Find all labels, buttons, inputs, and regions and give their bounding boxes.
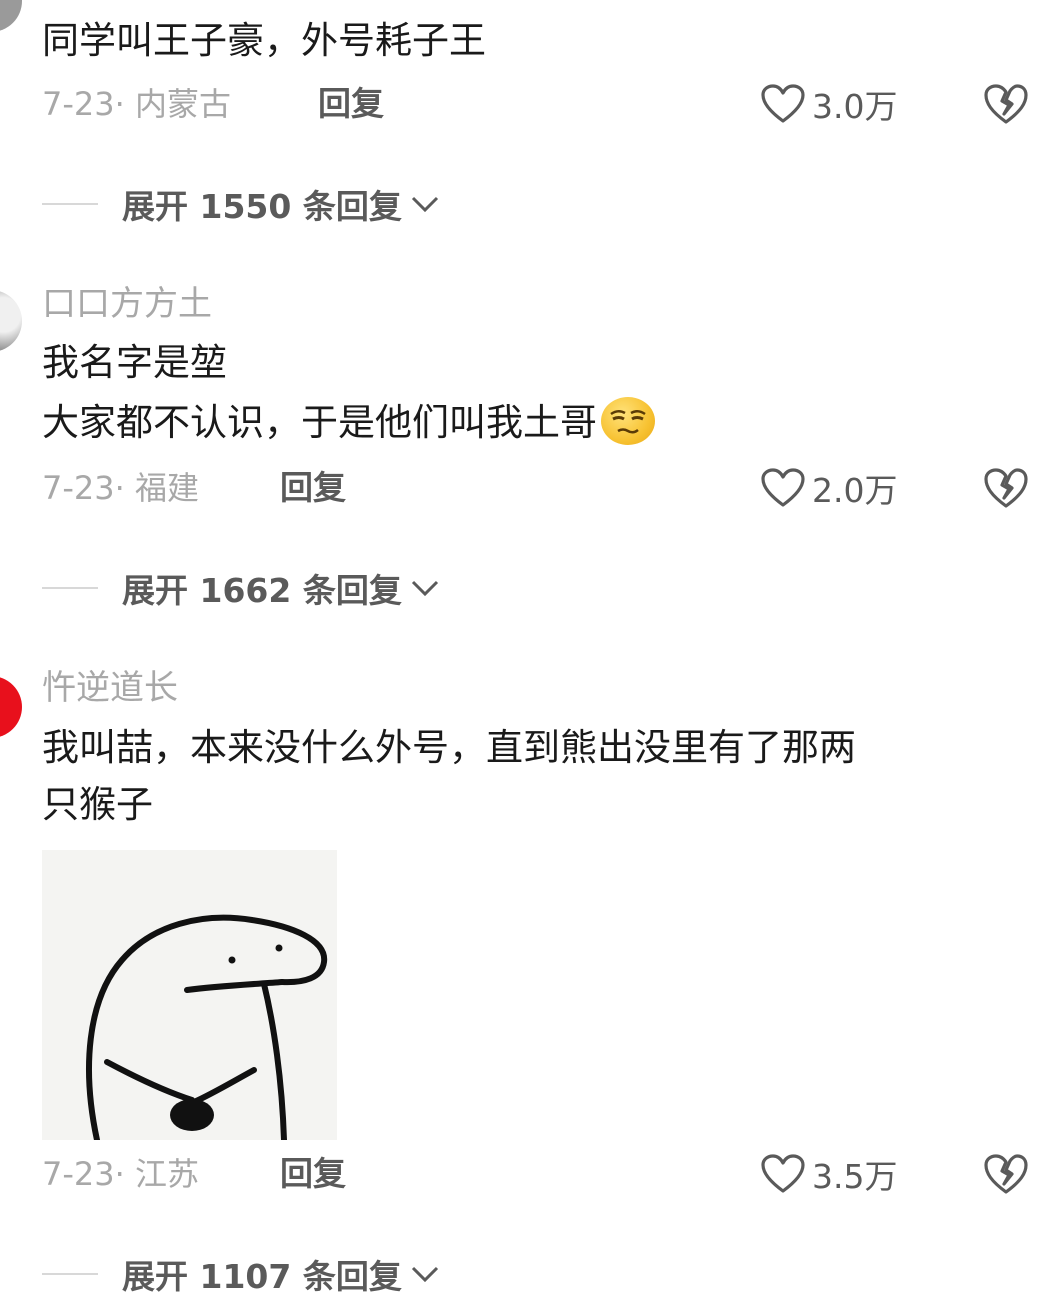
comment-date-location: 7-23· 福建 — [42, 469, 199, 507]
username[interactable]: 忤逆道长 — [42, 668, 178, 708]
divider — [42, 587, 98, 589]
chevron-down-icon — [411, 196, 438, 213]
heart-outline-icon — [761, 84, 805, 123]
username[interactable]: 口口方方土 — [42, 284, 212, 324]
broken-heart-icon[interactable] — [982, 1152, 1030, 1196]
broken-heart-icon[interactable] — [982, 82, 1030, 126]
expand-replies-button[interactable]: 展开 1662 条回复 — [42, 566, 440, 610]
comment-text: 我名字是堃 — [42, 341, 227, 384]
comment-text: 我叫喆，本来没什么外号，直到熊出没里有了那两 — [42, 726, 856, 769]
comment-list: 同学叫王子豪，外号耗子王 7-23· 内蒙古 回复 3.0万 展开 1550 条… — [0, 0, 1047, 1316]
avatar[interactable] — [0, 290, 22, 352]
expand-replies-label: 展开 1550 条回复 — [122, 187, 402, 226]
heart-outline-icon — [761, 1154, 805, 1193]
comment-text-line: 大家都不认识，于是他们叫我土哥 — [42, 396, 655, 449]
comment-text: 同学叫王子豪，外号耗子王 — [42, 19, 486, 62]
like-count: 2.0万 — [812, 471, 898, 510]
like-button[interactable]: 2.0万 — [760, 466, 897, 510]
avatar[interactable] — [0, 676, 22, 738]
heart-outline-icon — [761, 468, 805, 507]
chevron-down-icon — [411, 1266, 438, 1283]
expand-replies-label: 展开 1107 条回复 — [122, 1257, 402, 1296]
like-button[interactable]: 3.5万 — [760, 1152, 897, 1196]
broken-heart-icon[interactable] — [982, 466, 1030, 510]
expand-replies-button[interactable]: 展开 1550 条回复 — [42, 182, 440, 226]
expand-replies-button[interactable]: 展开 1107 条回复 — [42, 1252, 440, 1296]
blob-meme-sticker[interactable] — [42, 850, 337, 1143]
avatar[interactable] — [0, 0, 22, 32]
comment-date-location: 7-23· 内蒙古 — [42, 85, 231, 123]
divider — [42, 1273, 98, 1275]
like-count: 3.0万 — [812, 87, 898, 126]
like-button[interactable]: 3.0万 — [760, 82, 897, 126]
comment-text: 只猴子 — [42, 783, 153, 826]
expand-replies-label: 展开 1662 条回复 — [122, 571, 402, 610]
smirk-face-icon — [601, 396, 655, 445]
reply-button[interactable]: 回复 — [318, 84, 384, 124]
reply-button[interactable]: 回复 — [280, 1154, 346, 1194]
divider — [42, 203, 98, 205]
chevron-down-icon — [411, 580, 438, 597]
reply-button[interactable]: 回复 — [280, 468, 346, 508]
blob-drawing — [86, 914, 328, 1143]
like-count: 3.5万 — [812, 1157, 898, 1196]
comment-date-location: 7-23· 江苏 — [42, 1155, 199, 1193]
comment-text: 大家都不认识，于是他们叫我土哥 — [42, 401, 597, 444]
